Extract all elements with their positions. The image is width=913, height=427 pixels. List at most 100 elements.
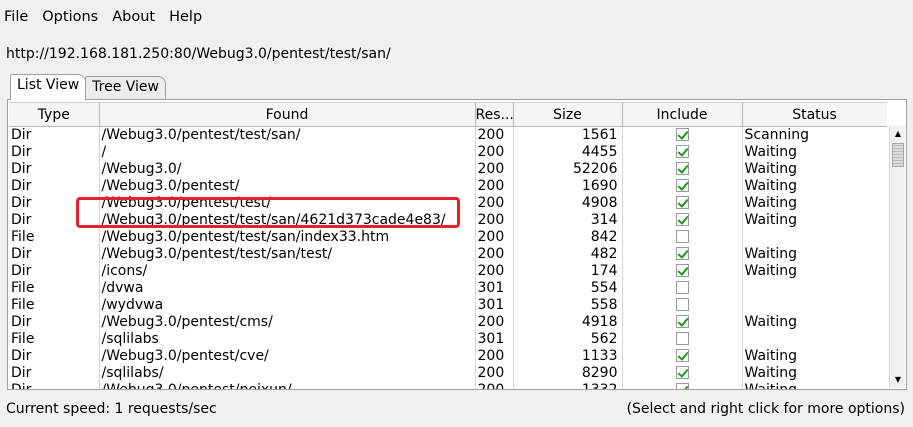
table-row[interactable]: Dir/Webug3.0/pentest/peixun/2001332 Waiti… xyxy=(9,382,887,389)
cell-type: File xyxy=(9,331,100,348)
cell-response: 301 xyxy=(475,331,514,348)
tab-tree-view[interactable]: Tree View xyxy=(85,76,166,100)
table-row[interactable]: Dir/200 4455 Waiting xyxy=(9,144,887,161)
cell-type: File xyxy=(9,280,100,297)
view-tabs: List View Tree View xyxy=(10,74,166,100)
include-checkbox[interactable] xyxy=(675,332,689,345)
column-header-status[interactable]: Status xyxy=(742,102,887,127)
scroll-down-arrow-icon[interactable]: ▼ xyxy=(891,373,905,387)
include-checkbox[interactable] xyxy=(675,179,689,192)
table-row[interactable]: Dir/Webug3.0/pentest/200 1690 Waiting xyxy=(9,178,887,195)
include-checkbox[interactable] xyxy=(675,298,689,311)
include-checkbox[interactable] xyxy=(675,349,689,362)
cell-status: Waiting xyxy=(742,348,887,365)
cell-response: 200 xyxy=(475,382,514,389)
cell-found: /Webug3.0/pentest/ xyxy=(99,178,476,195)
include-checkbox[interactable] xyxy=(675,247,689,260)
include-checkbox[interactable] xyxy=(675,315,689,328)
table-row[interactable]: File/dvwa 301 554 xyxy=(9,280,887,297)
cell-found: /dvwa xyxy=(99,280,476,297)
cell-size: 1332 xyxy=(513,382,623,389)
cell-found: /Webug3.0/pentest/test/ xyxy=(99,195,476,212)
vertical-scrollbar[interactable]: ▲ ▼ xyxy=(889,126,905,388)
include-checkbox[interactable] xyxy=(675,366,689,379)
table-row[interactable]: Dir/Webug3.0/200 52206 Waiting xyxy=(9,161,887,178)
table-row[interactable]: Dir/Webug3.0/pentest/test/san/200 1561 Sca… xyxy=(9,126,887,144)
cell-found: /wydvwa xyxy=(99,297,476,314)
include-checkbox[interactable] xyxy=(675,281,689,294)
table-row[interactable]: Dir/Webug3.0/pentest/cms/200 4918 Waiting xyxy=(9,314,887,331)
cell-type: Dir xyxy=(9,263,100,280)
cell-status: Waiting xyxy=(742,161,887,178)
cell-include xyxy=(622,195,743,212)
table-row[interactable]: Dir/Webug3.0/pentest/cve/200 1133 Waiting xyxy=(9,348,887,365)
include-checkbox[interactable] xyxy=(675,264,689,277)
cell-size: 4908 xyxy=(513,195,623,212)
menu-about[interactable]: About xyxy=(112,9,163,25)
cell-response: 200 xyxy=(475,144,514,161)
cell-include xyxy=(622,280,743,297)
cell-found: /Webug3.0/pentest/test/san/test/ xyxy=(99,246,476,263)
results-panel: Type Found Res... Size Include Status Di… xyxy=(7,99,907,390)
cell-size: 4455 xyxy=(513,144,623,161)
cell-status xyxy=(742,229,887,246)
menu-options[interactable]: Options xyxy=(42,9,106,25)
include-checkbox[interactable] xyxy=(675,128,689,141)
scrollbar-thumb[interactable] xyxy=(892,143,904,167)
tab-list-view[interactable]: List View xyxy=(10,74,87,100)
table-row[interactable]: Dir/Webug3.0/pentest/test/san/test/200 48… xyxy=(9,246,887,263)
table-row[interactable]: Dir/Webug3.0/pentest/test/200 4908 Waiting xyxy=(9,195,887,212)
cell-found: /Webug3.0/pentest/cms/ xyxy=(99,314,476,331)
cell-response: 200 xyxy=(475,126,514,144)
include-checkbox[interactable] xyxy=(675,162,689,175)
include-checkbox[interactable] xyxy=(675,230,689,243)
cell-include xyxy=(622,314,743,331)
cell-status: Waiting xyxy=(742,314,887,331)
table-header-row: Type Found Res... Size Include Status xyxy=(9,102,887,127)
cell-include xyxy=(622,263,743,280)
table-row[interactable]: Dir/Webug3.0/pentest/test/san/4621d373ca… xyxy=(9,212,887,229)
cell-include xyxy=(622,212,743,229)
cell-include xyxy=(622,331,743,348)
cell-response: 200 xyxy=(475,246,514,263)
menu-bar: File Options About Help xyxy=(0,0,913,34)
column-header-response[interactable]: Res... xyxy=(475,102,514,127)
cell-response: 200 xyxy=(475,229,514,246)
cell-found: /Webug3.0/pentest/test/san/index33.htm xyxy=(99,229,476,246)
results-table-container: Type Found Res... Size Include Status Di… xyxy=(9,102,887,389)
cell-status xyxy=(742,331,887,348)
include-checkbox[interactable] xyxy=(675,145,689,158)
cell-type: Dir xyxy=(9,178,100,195)
target-url-label: http://192.168.181.250:80/Webug3.0/pente… xyxy=(6,46,391,62)
cell-type: File xyxy=(9,297,100,314)
cell-size: 558 xyxy=(513,297,623,314)
cell-response: 200 xyxy=(475,263,514,280)
cell-status xyxy=(742,297,887,314)
column-header-type[interactable]: Type xyxy=(9,102,100,127)
include-checkbox[interactable] xyxy=(675,196,689,209)
status-bar: Current speed: 1 requests/sec (Select an… xyxy=(0,398,913,422)
table-row[interactable]: File/wydvwa 301 558 xyxy=(9,297,887,314)
cell-include xyxy=(622,161,743,178)
table-row[interactable]: File/Webug3.0/pentest/test/san/index33.h… xyxy=(9,229,887,246)
table-row[interactable]: Dir/sqlilabs/200 8290 Waiting xyxy=(9,365,887,382)
table-row[interactable]: Dir/icons/200 174 Waiting xyxy=(9,263,887,280)
column-header-size[interactable]: Size xyxy=(513,102,623,127)
cell-include xyxy=(622,246,743,263)
table-row[interactable]: File/sqlilabs 301 562 xyxy=(9,331,887,348)
scroll-up-arrow-icon[interactable]: ▲ xyxy=(891,127,905,141)
cell-size: 1690 xyxy=(513,178,623,195)
cell-size: 8290 xyxy=(513,365,623,382)
column-header-include[interactable]: Include xyxy=(622,102,743,127)
cell-size: 554 xyxy=(513,280,623,297)
column-header-found[interactable]: Found xyxy=(99,102,476,127)
include-checkbox[interactable] xyxy=(675,383,689,389)
cell-response: 200 xyxy=(475,212,514,229)
current-speed-text: Current speed: 1 requests/sec xyxy=(6,401,217,417)
menu-file[interactable]: File xyxy=(4,9,36,25)
include-checkbox[interactable] xyxy=(675,213,689,226)
cell-found: /icons/ xyxy=(99,263,476,280)
cell-type: Dir xyxy=(9,314,100,331)
menu-help[interactable]: Help xyxy=(169,9,210,25)
cell-response: 200 xyxy=(475,314,514,331)
